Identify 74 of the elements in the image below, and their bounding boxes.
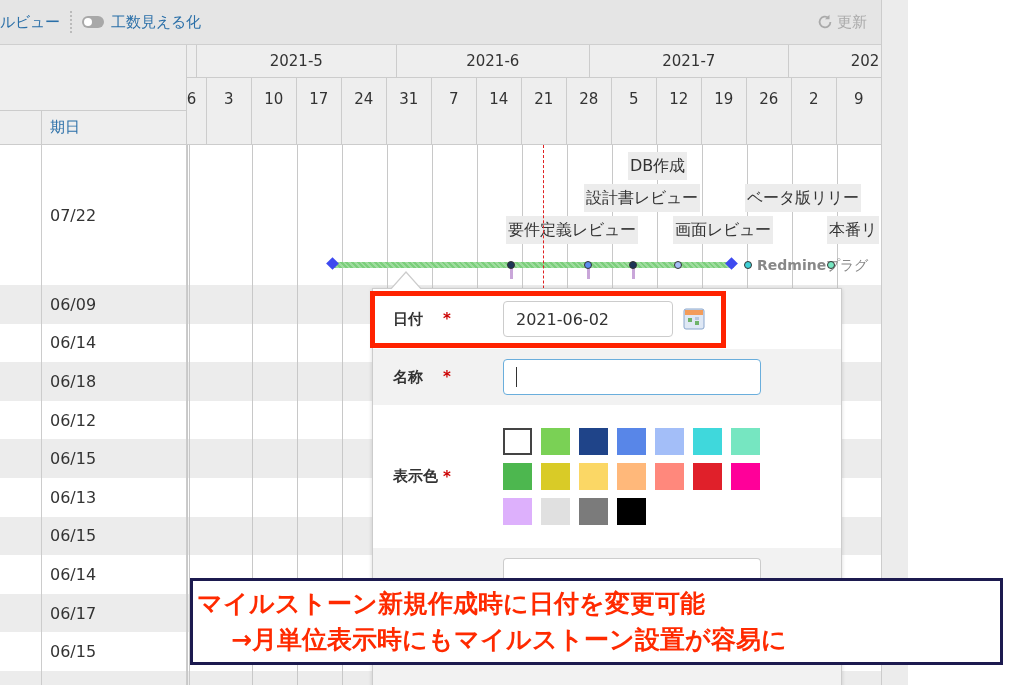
- color-swatch[interactable]: [655, 463, 684, 490]
- color-swatch[interactable]: [693, 463, 722, 490]
- week-label: 3: [224, 90, 234, 108]
- color-swatch[interactable]: [731, 463, 760, 490]
- view-link[interactable]: ルビュー: [0, 12, 60, 32]
- color-swatch[interactable]: [617, 498, 646, 525]
- week-label: 19: [714, 90, 734, 108]
- color-swatch[interactable]: [655, 428, 684, 455]
- month-label: 202: [850, 52, 880, 70]
- color-swatch[interactable]: [541, 428, 570, 455]
- week-label: 24: [354, 90, 374, 108]
- field-label: 日付: [393, 309, 424, 329]
- date-field[interactable]: 2021-06-02: [503, 301, 673, 337]
- due-date: 06/09: [50, 294, 97, 314]
- calendar-icon[interactable]: [683, 308, 705, 330]
- color-swatch[interactable]: [541, 498, 570, 525]
- tick-mark: [632, 268, 635, 279]
- color-swatch[interactable]: [579, 498, 608, 525]
- color-swatch[interactable]: [617, 463, 646, 490]
- color-swatch[interactable]: [617, 428, 646, 455]
- color-swatch[interactable]: [731, 428, 760, 455]
- effort-view-link[interactable]: 工数見える化: [111, 12, 201, 32]
- required-mark: *: [443, 368, 452, 386]
- month-label: 2021-6: [466, 52, 520, 70]
- due-date: 06/13: [50, 487, 97, 507]
- column-header[interactable]: 期日: [50, 118, 80, 137]
- due-date: 06/15: [50, 642, 97, 662]
- refresh-icon: [816, 13, 834, 31]
- milestone-label[interactable]: 本番リ: [827, 216, 879, 244]
- milestone-label[interactable]: ベータ版リリー: [745, 184, 861, 212]
- toggle-switch[interactable]: [82, 16, 104, 28]
- milestone-label[interactable]: 設計書レビュー: [584, 184, 700, 212]
- week-label: 21: [534, 90, 554, 108]
- required-mark: *: [443, 310, 452, 328]
- due-date: 06/17: [50, 603, 97, 623]
- field-label: 名称: [393, 367, 424, 387]
- field-label: 表示色: [393, 467, 439, 486]
- color-swatch[interactable]: [579, 428, 608, 455]
- due-date: 06/15: [50, 526, 97, 546]
- week-label: 5: [629, 90, 639, 108]
- color-swatch[interactable]: [541, 463, 570, 490]
- due-date: 06/14: [50, 333, 97, 353]
- milestone-label[interactable]: 画面レビュー: [673, 216, 773, 244]
- required-mark: *: [443, 467, 452, 486]
- week-label: 28: [579, 90, 599, 108]
- week-label: 14: [489, 90, 509, 108]
- ticket-field[interactable]: [503, 558, 761, 578]
- due-date: 06/18: [50, 372, 97, 391]
- annotation-text: →月単位表示時にもマイルストーン設置が容易に: [231, 623, 787, 656]
- week-label: 12: [669, 90, 689, 108]
- week-label: 7: [449, 90, 459, 108]
- milestone-label[interactable]: DB作成: [628, 152, 688, 180]
- week-label: 10: [264, 90, 284, 108]
- due-date: 06/14: [50, 564, 97, 584]
- week-label: 2: [809, 90, 819, 108]
- color-swatch[interactable]: [503, 428, 532, 455]
- annotation-text: マイルストーン新規作成時に日付を変更可能: [197, 587, 705, 620]
- color-swatch[interactable]: [693, 428, 722, 455]
- due-date: 06/12: [50, 410, 97, 430]
- month-label: 2021-7: [662, 52, 716, 70]
- due-date: 07/22: [50, 205, 97, 225]
- name-field[interactable]: [503, 359, 761, 395]
- tick-mark: [510, 268, 513, 279]
- week-label: 31: [399, 90, 419, 108]
- week-label: 9: [854, 90, 864, 108]
- month-label: 2021-5: [269, 52, 323, 70]
- week-label: 6: [186, 90, 197, 108]
- tick-mark: [587, 268, 590, 279]
- week-label: 17: [309, 90, 329, 108]
- color-swatch[interactable]: [503, 498, 532, 525]
- color-swatch[interactable]: [503, 463, 532, 490]
- due-date: 06/15: [50, 449, 97, 469]
- color-swatch[interactable]: [579, 463, 608, 490]
- week-label: 26: [759, 90, 779, 108]
